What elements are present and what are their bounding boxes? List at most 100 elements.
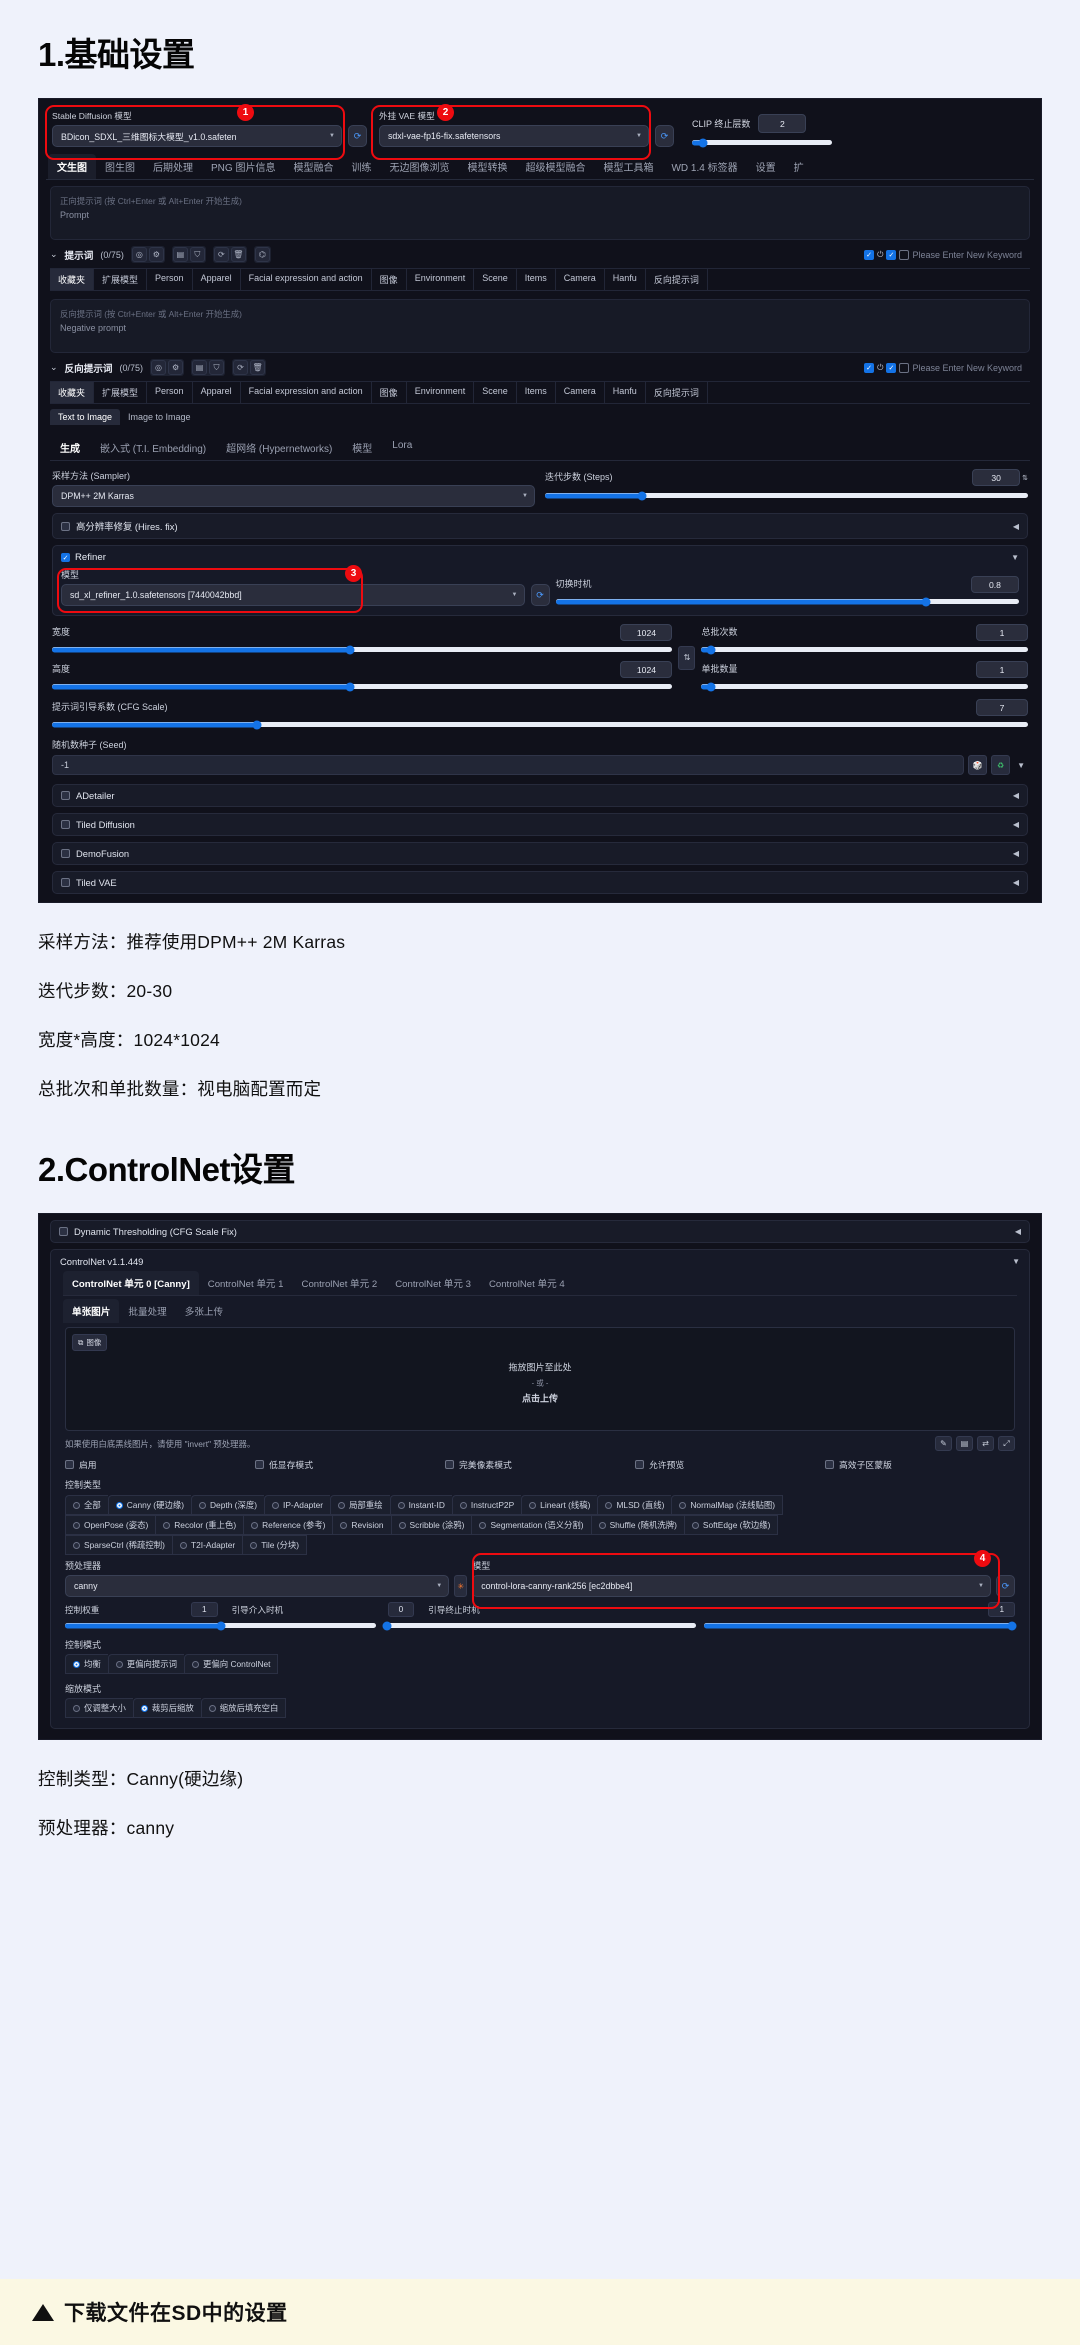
checkbox-effective-mask[interactable]: 高效子区蒙版 (825, 1458, 1015, 1471)
chip-1[interactable]: 扩展模型 (94, 382, 148, 403)
control-type-normalmap[interactable]: NormalMap (法线贴图) (671, 1495, 784, 1515)
control-mode-balanced[interactable]: 均衡 (65, 1654, 108, 1674)
sd-model-field[interactable]: Stable Diffusion 模型 BDicon_SDXL_三维图标大模型_… (52, 110, 342, 147)
sampler-dropdown[interactable]: DPM++ 2M Karras ▼ (52, 485, 535, 507)
mode-subtabs[interactable]: Text to Image Image to Image (50, 409, 1030, 425)
negative-chip-row[interactable]: 收藏夹 扩展模型 Person Apparel Facial expressio… (50, 381, 1030, 404)
cfg-field[interactable]: 提示词引导系数 (CFG Scale) 7 (52, 699, 1028, 729)
main-tab-bar[interactable]: 文生图 图生图 后期处理 PNG 图片信息 模型融合 训练 无边图像浏览 模型转… (46, 154, 1034, 180)
pixel-perfect-checkbox[interactable] (445, 1460, 454, 1469)
vae-model-field[interactable]: 外挂 VAE 模型 sdxl-vae-fp16-fix.safetensors … (379, 110, 649, 147)
chip-7[interactable]: Scene (474, 269, 517, 290)
tiled-diffusion-checkbox[interactable] (61, 820, 70, 829)
control-type-instructp2p[interactable]: InstructP2P (451, 1495, 522, 1515)
sampler-field[interactable]: 采样方法 (Sampler) DPM++ 2M Karras ▼ (52, 469, 535, 507)
hires-fix-checkbox[interactable] (61, 521, 70, 531)
control-type-tile[interactable]: Tile (分块) (242, 1535, 308, 1555)
cn-unit-tab-3[interactable]: ControlNet 单元 3 (386, 1271, 480, 1295)
tiled-vae-checkbox[interactable] (61, 878, 70, 887)
refiner-switch-value[interactable]: 0.8 (971, 576, 1019, 593)
cn-model-refresh-icon[interactable]: ⟳ (996, 1575, 1015, 1597)
cfg-slider[interactable] (52, 720, 1028, 729)
globe-icon[interactable]: ◎ (151, 360, 167, 375)
accordion-tiled-vae[interactable]: Tiled VAE ◀ (52, 871, 1028, 894)
cfg-value[interactable]: 7 (976, 699, 1028, 716)
control-type-t2i-adapter[interactable]: T2I-Adapter (171, 1535, 243, 1555)
seed-input[interactable]: -1 (52, 755, 965, 775)
steps-field[interactable]: 迭代步数 (Steps) 30 ⇅ (545, 469, 1028, 500)
tab-12[interactable]: 扩 (785, 154, 813, 179)
dice-icon[interactable]: 🎲 (968, 755, 988, 775)
control-type-mlsd[interactable]: MLSD (直线) (597, 1495, 672, 1515)
chip-10[interactable]: Hanfu (605, 382, 646, 403)
weight-value[interactable]: 1 (191, 1602, 218, 1617)
control-type-canny[interactable]: Canny (硬边缘) (107, 1495, 191, 1515)
cn-model-field[interactable]: 模型 control-lora-canny-rank256 [ec2dbbe4]… (472, 1559, 991, 1597)
control-type-all[interactable]: 全部 (65, 1495, 108, 1515)
recycle-icon[interactable]: ♻ (991, 755, 1011, 775)
resize-mode-crop-and-resize[interactable]: 裁剪后缩放 (132, 1698, 201, 1718)
cn-model-dropdown[interactable]: control-lora-canny-rank256 [ec2dbbe4] ▼ (472, 1575, 991, 1597)
resize-icon[interactable]: ⤢ (998, 1436, 1015, 1451)
cn-unit-tab-0[interactable]: ControlNet 单元 0 [Canny] (63, 1271, 199, 1295)
keyword-checkbox-3[interactable] (899, 362, 910, 373)
steps-slider[interactable] (545, 491, 1028, 500)
tab-6[interactable]: 无边图像浏览 (380, 154, 458, 179)
chip-9[interactable]: Camera (556, 382, 605, 403)
camera-icon[interactable]: ▤ (956, 1436, 973, 1451)
keyword-checkbox-1[interactable]: ✓ (864, 362, 875, 373)
tab-10[interactable]: WD 1.4 标签器 (662, 154, 746, 179)
stepper-icon[interactable]: ⇅ (1022, 474, 1028, 482)
tab-2[interactable]: 后期处理 (144, 154, 202, 179)
chip-6[interactable]: Environment (407, 269, 475, 290)
checkbox-pixel-perfect[interactable]: 完美像素模式 (445, 1458, 635, 1471)
resize-mode-resize-and-fill[interactable]: 缩放后填充空白 (200, 1698, 287, 1718)
clip-skip-value[interactable]: 2 (758, 114, 807, 133)
control-type-lineart[interactable]: Lineart (线稿) (521, 1495, 598, 1515)
chip-3[interactable]: Apparel (193, 382, 241, 403)
batch-size-value[interactable]: 1 (976, 661, 1028, 678)
width-field[interactable]: 宽度 1024 (52, 624, 673, 654)
gear-icon[interactable]: ⚙ (168, 360, 184, 375)
tab-3[interactable]: PNG 图片信息 (202, 154, 284, 179)
batch-size-slider[interactable] (701, 682, 1028, 691)
refiner-switch-slider[interactable] (555, 597, 1019, 606)
pen-icon[interactable]: ✎ (935, 1436, 952, 1451)
accordion-tiled-diffusion[interactable]: Tiled Diffusion ◀ (52, 813, 1028, 836)
control-type-softedge[interactable]: SoftEdge (软边缘) (683, 1515, 779, 1535)
refiner-checkbox[interactable]: ✓ (61, 553, 70, 562)
seed-field[interactable]: 随机数种子 (Seed) -1 🎲 ♻ ▼ (52, 738, 1028, 775)
resize-mode-just-resize[interactable]: 仅调整大小 (65, 1698, 133, 1718)
refiner-model-field[interactable]: 模型 sd_xl_refiner_1.0.safetensors [744004… (61, 568, 525, 606)
explode-icon[interactable]: ✳ (454, 1575, 468, 1597)
guidance-start-value[interactable]: 0 (387, 1602, 415, 1617)
chip-2[interactable]: Person (147, 382, 193, 403)
control-mode-controlnet[interactable]: 更偏向 ControlNet (184, 1654, 279, 1674)
tab-11[interactable]: 设置 (747, 154, 785, 179)
subtab-text-to-image[interactable]: Text to Image (50, 409, 121, 425)
guidance-end-value[interactable]: 1 (988, 1602, 1015, 1617)
chip-1[interactable]: 扩展模型 (94, 269, 148, 290)
chip-0[interactable]: 收藏夹 (50, 382, 95, 403)
swap-icon[interactable]: ⇄ (977, 1436, 994, 1451)
checkbox-allow-preview[interactable]: 允许预览 (635, 1458, 825, 1471)
control-type-shuffle[interactable]: Shuffle (随机洗牌) (590, 1515, 684, 1535)
keyword-checkbox-2[interactable]: ✓ (886, 362, 897, 373)
generation-tabs[interactable]: 生成 嵌入式 (T.I. Embedding) 超网络 (Hypernetwor… (50, 435, 1030, 461)
chip-8[interactable]: Items (517, 269, 556, 290)
lowvram-checkbox[interactable] (255, 1460, 264, 1469)
link-icon[interactable]: ⌬ (254, 247, 270, 262)
bookmark-icon[interactable]: ⛉ (189, 247, 205, 262)
dynamic-thresholding-checkbox[interactable] (59, 1227, 68, 1236)
guidance-end-slider[interactable] (703, 1621, 1017, 1630)
chip-5[interactable]: 图像 (372, 382, 407, 403)
hires-fix-accordion[interactable]: 高分辨率修复 (Hires. fix) ◀ (52, 513, 1028, 539)
vae-model-refresh-icon[interactable]: ⟳ (655, 125, 674, 147)
controlnet-mode-tabs[interactable]: 单张图片 批量处理 多张上传 (63, 1299, 1017, 1323)
tab-7[interactable]: 模型转换 (458, 154, 516, 179)
chip-6[interactable]: Environment (407, 382, 475, 403)
keyword-checkbox-2[interactable]: ✓ (886, 249, 897, 260)
cn-mode-tab-2[interactable]: 多张上传 (176, 1299, 232, 1323)
refiner-refresh-icon[interactable]: ⟳ (530, 584, 550, 606)
weight-slider[interactable] (65, 1621, 377, 1630)
